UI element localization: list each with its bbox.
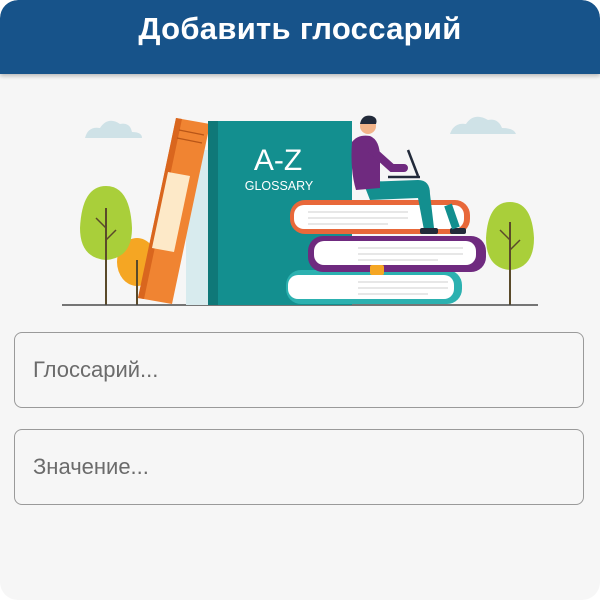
app-bar: Добавить глоссарий	[0, 0, 600, 74]
meaning-input[interactable]	[31, 453, 583, 481]
cloud-left-icon	[85, 120, 142, 138]
glossary-field[interactable]	[14, 332, 584, 408]
page-title: Добавить глоссарий	[138, 11, 462, 46]
meaning-field[interactable]	[14, 429, 584, 505]
cloud-right-icon	[450, 116, 516, 134]
book-title: A-Z	[254, 144, 302, 177]
stacked-books-icon	[286, 200, 486, 304]
tree-right-icon	[486, 202, 534, 305]
app-screen: Добавить глоссарий A-Z GLOSSARY Глоссари…	[0, 0, 600, 600]
glossary-illustration: A-Z GLOSSARY	[62, 115, 538, 306]
book-subtitle: GLOSSARY	[245, 179, 314, 193]
glossary-input[interactable]	[31, 356, 583, 384]
